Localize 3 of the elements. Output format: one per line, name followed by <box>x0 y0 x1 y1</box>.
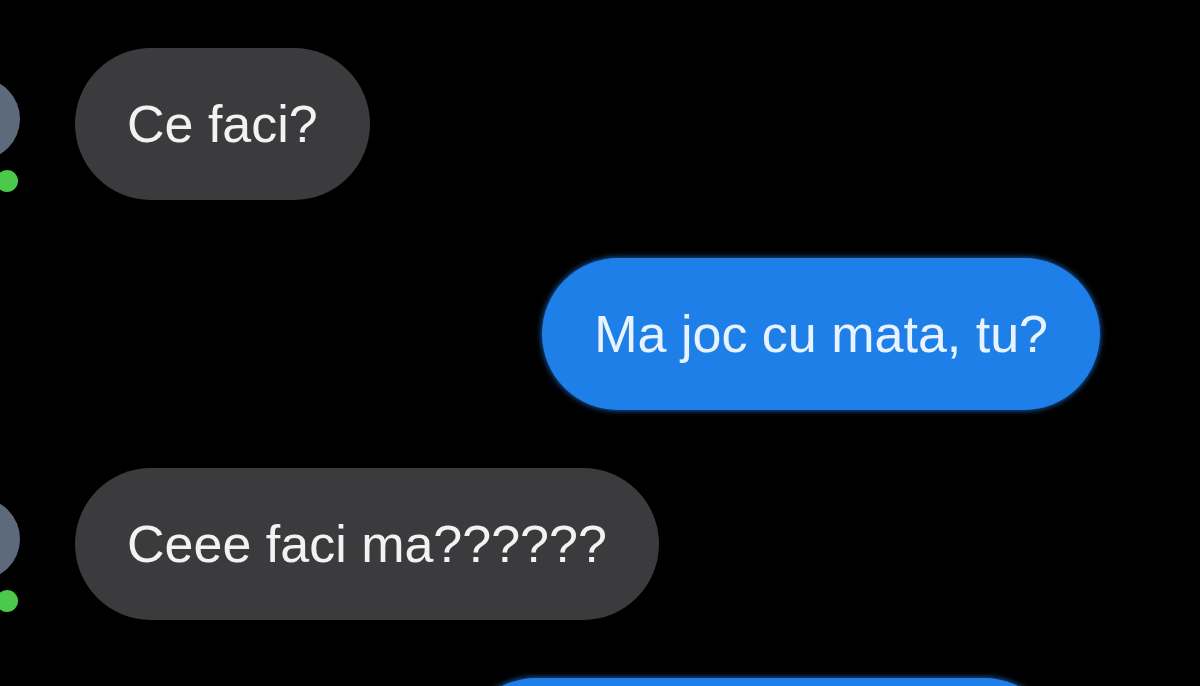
message-bubble: Ce faci? <box>75 48 370 200</box>
message-bubble: Ma joc cu mata, tu? <box>542 258 1100 410</box>
message-bubble: Ceee faci ma?????? <box>75 468 659 620</box>
